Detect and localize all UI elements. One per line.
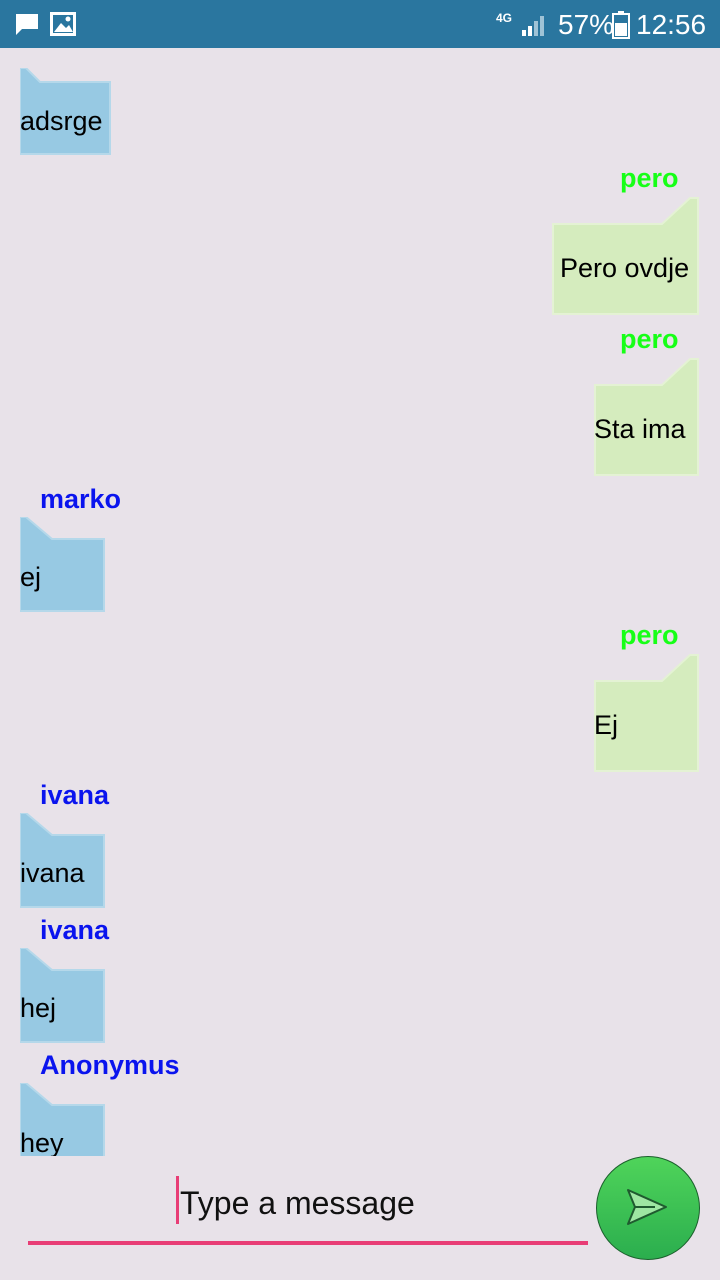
message-text: Pero ovdje (560, 253, 690, 283)
incoming-message-bubble: hey (20, 1083, 106, 1156)
message-text: Ej (594, 710, 619, 740)
clock-time: 12:56 (636, 9, 707, 40)
sender-name: marko (40, 484, 122, 514)
outgoing-message-bubble: Pero ovdje (552, 196, 700, 316)
sender-name: Anonymus (40, 1050, 180, 1080)
image-icon (50, 12, 76, 36)
message-text: ivana (20, 858, 85, 888)
message-text: hey (20, 1128, 64, 1156)
message-text: hej (20, 993, 57, 1023)
outgoing-message-bubble: Ej (594, 653, 700, 773)
sender-name: pero (620, 163, 679, 193)
incoming-message-bubble: hej (20, 948, 106, 1044)
sender-name: pero (620, 620, 679, 650)
text-cursor (176, 1176, 179, 1224)
send-button[interactable] (596, 1156, 700, 1260)
battery-percent: 57% (558, 9, 615, 40)
chat-icon (16, 14, 38, 35)
send-icon (627, 1189, 667, 1225)
incoming-message-bubble: ej (20, 517, 106, 613)
input-underline (28, 1241, 588, 1245)
message-list[interactable]: adsrge pero Pero ovdje pero Sta ima mark… (0, 48, 720, 1156)
sender-name: pero (620, 324, 679, 354)
status-bar: 4G 57% 12:56 (0, 0, 720, 48)
message-text: Sta ima (594, 414, 686, 444)
incoming-message-bubble: adsrge (20, 68, 112, 156)
sender-name: ivana (40, 915, 110, 945)
sender-name: ivana (40, 780, 110, 810)
outgoing-message-bubble: Sta ima (594, 357, 700, 477)
composer: Type a message (0, 1156, 720, 1280)
signal-icon (522, 16, 544, 36)
message-text: ej (20, 562, 42, 592)
message-text: adsrge (20, 106, 103, 136)
network-type: 4G (496, 11, 513, 25)
incoming-message-bubble: ivana (20, 813, 106, 909)
battery-icon (612, 11, 630, 39)
